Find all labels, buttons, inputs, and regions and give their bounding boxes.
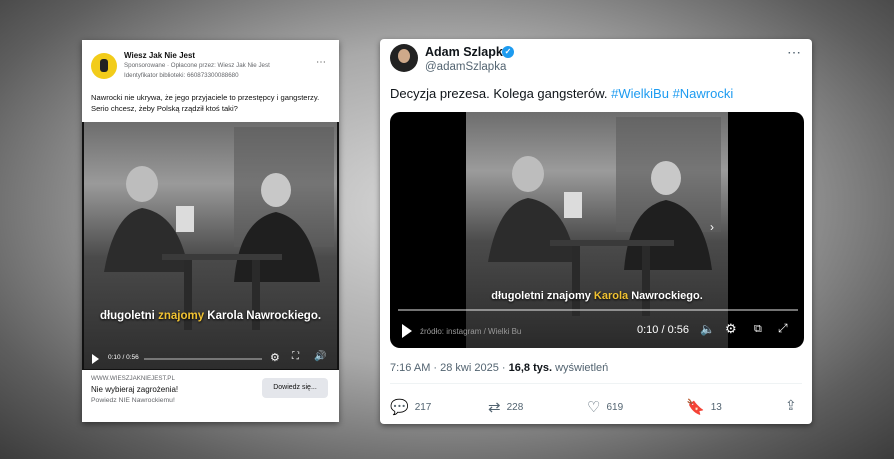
verified-badge-icon: ✓ [502, 46, 514, 58]
tweet-text: Decyzja prezesa. Kolega gangsterów. #Wie… [390, 86, 733, 101]
play-icon[interactable] [92, 354, 99, 364]
link-headline: Nie wybieraj zagrożenia! [91, 385, 179, 394]
settings-icon[interactable]: ⚙ [725, 321, 737, 337]
heart-icon: ♡ [587, 399, 601, 416]
caption-text: długoletni [491, 290, 544, 302]
tweet-timestamp[interactable]: 7:16 AM · 28 kwi 2025 · [390, 362, 509, 374]
retweet-button[interactable]: ⇄ 228 [488, 398, 523, 416]
link-description: Powiedz NIE Nawrockiemu! [91, 397, 175, 404]
video-scene [104, 127, 334, 330]
views-label: wyświetleń [552, 362, 609, 374]
facebook-ad-card: Wiesz Jak Nie Jest Sponsorowane · Opłaco… [82, 40, 339, 422]
video-scene [488, 117, 721, 316]
post-text-line: Serio chcesz, żeby Polską rządził ktoś t… [91, 104, 238, 113]
video-progress-bar[interactable] [144, 358, 262, 360]
video-time: 0:10 / 0:56 [108, 354, 139, 361]
hashtag-link[interactable]: #Nawrocki [673, 86, 734, 101]
volume-icon[interactable]: 🔊 [314, 351, 326, 362]
video-time: 0:10 / 0:56 [637, 324, 689, 336]
video-caption: długoletni znajomy Karola Nawrockiego. [82, 310, 339, 322]
reply-icon: 💬 [390, 399, 409, 416]
caption-highlight: Karola [593, 290, 629, 302]
caption-text: Karola Nawrockiego. [207, 310, 322, 322]
video-frame [466, 112, 728, 348]
post-text-line: Nawrocki nie ukrywa, że jego przyjaciele… [91, 93, 320, 102]
volume-icon[interactable]: 🔈 [700, 322, 715, 336]
retweet-icon: ⇄ [488, 399, 501, 416]
sponsored-label: Sponsorowane · Opłacone przez: Wiesz Jak… [124, 62, 270, 69]
play-icon[interactable] [402, 324, 412, 338]
bookmark-button[interactable]: 🔖 13 [686, 398, 722, 416]
hashtag-link[interactable]: #WielkiBu [611, 86, 669, 101]
caption-text: Nawrockiego. [631, 290, 703, 302]
video-frame [84, 122, 337, 369]
divider [390, 383, 802, 384]
page-name[interactable]: Wiesz Jak Nie Jest [124, 51, 195, 60]
views-count: 16,8 tys. [508, 362, 553, 374]
fullscreen-icon[interactable]: ⛶ [292, 351, 299, 362]
more-options-icon[interactable]: ⋯ [316, 57, 326, 68]
tweet-meta: 7:16 AM · 28 kwi 2025 · 16,8 tys. wyświe… [390, 362, 608, 374]
more-options-icon[interactable]: ⋯ [787, 44, 801, 61]
reply-button[interactable]: 💬 217 [390, 398, 431, 416]
share-icon[interactable]: ⇪ [785, 397, 797, 414]
bookmark-count: 13 [710, 402, 722, 413]
like-count: 619 [606, 402, 624, 413]
user-handle[interactable]: @adamSzlapka [425, 61, 506, 73]
tweet-body: Decyzja prezesa. Kolega gangsterów. [390, 86, 608, 101]
next-frame-icon[interactable]: › [710, 220, 714, 234]
page-logo[interactable] [91, 53, 117, 79]
display-name[interactable]: Adam Szlapka [425, 45, 510, 59]
bookmark-icon: 🔖 [686, 399, 705, 416]
tweet-video[interactable]: › długoletni znajomy Karola Nawrockiego.… [390, 112, 804, 348]
like-button[interactable]: ♡ 619 [587, 398, 623, 416]
link-url: WWW.WIESZJAKNIEJEST.PL [91, 375, 175, 382]
ad-video[interactable]: długoletni znajomy Karola Nawrockiego. 0… [82, 122, 339, 412]
settings-icon[interactable]: ⚙ [270, 351, 280, 364]
caption-text: znajomy [546, 290, 591, 302]
post-text: Nawrocki nie ukrywa, że jego przyjaciele… [91, 92, 331, 114]
video-progress-bar[interactable] [398, 309, 798, 311]
learn-more-button[interactable]: Dowiedz się... [262, 378, 328, 398]
library-id: Identyfikator biblioteki: 66087330008868… [124, 72, 239, 79]
fullscreen-icon[interactable]: ⤢ [778, 321, 788, 336]
video-source-label: źródło: instagram / Wielki Bu [420, 327, 522, 336]
tweet-card: Adam Szlapka ✓ @adamSzlapka ⋯ Decyzja pr… [380, 39, 812, 424]
caption-highlight: znajomy [158, 310, 205, 322]
video-caption: długoletni znajomy Karola Nawrockiego. [390, 290, 804, 302]
video-controls: 0:10 / 0:56 ⚙ ⛶ 🔊 [82, 348, 339, 370]
ad-link-footer[interactable]: WWW.WIESZJAKNIEJEST.PL Nie wybieraj zagr… [82, 370, 339, 422]
reply-count: 217 [414, 402, 432, 413]
ad-header: Wiesz Jak Nie Jest Sponsorowane · Opłaco… [91, 49, 331, 85]
retweet-count: 228 [506, 402, 524, 413]
picture-in-picture-icon[interactable]: ⧉ [754, 323, 762, 336]
caption-text: długoletni [99, 310, 155, 322]
avatar[interactable] [390, 44, 418, 72]
